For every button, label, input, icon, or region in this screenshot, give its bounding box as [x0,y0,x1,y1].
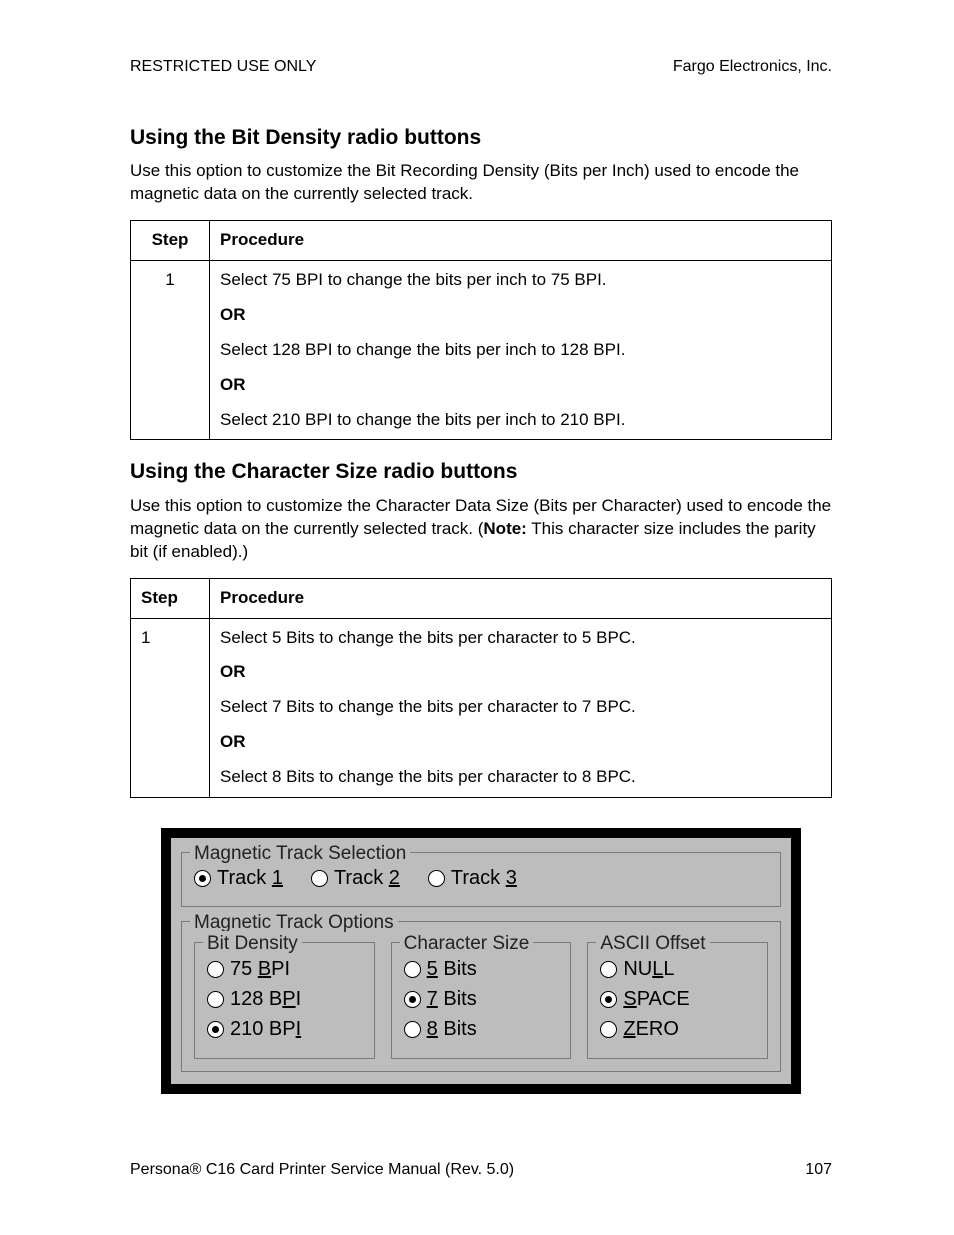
col-procedure: Procedure [210,220,832,260]
radio-label: Track 1 [217,865,283,892]
group-bit-density: Bit Density 75 BPI 128 BPI 210 BPI [194,942,375,1059]
group-label: Bit Density [203,931,302,957]
page-header: RESTRICTED USE ONLY Fargo Electronics, I… [130,56,832,78]
section-1-intro: Use this option to customize the Bit Rec… [130,160,832,206]
radio-icon [207,1021,224,1038]
group-ascii-offset: ASCII Offset NULL SPACE ZERO [587,942,768,1059]
footer-page-number: 107 [805,1159,832,1181]
group-label: Magnetic Track Selection [190,841,410,867]
header-left: RESTRICTED USE ONLY [130,56,316,78]
radio-icon [428,870,445,887]
procedure-cell: Select 75 BPI to change the bits per inc… [210,260,832,440]
group-magnetic-track-options: Magnetic Track Options Bit Density 75 BP… [181,921,781,1072]
radio-label: 5 Bits [427,956,477,983]
section-1-title: Using the Bit Density radio buttons [130,124,832,152]
page: RESTRICTED USE ONLY Fargo Electronics, I… [0,0,954,1235]
col-step: Step [131,220,210,260]
proc-line: Select 8 Bits to change the bits per cha… [220,766,821,789]
radio-label: 7 Bits [427,986,477,1013]
section-2-title: Using the Character Size radio buttons [130,458,832,486]
proc-or: OR [220,374,821,397]
proc-line: Select 128 BPI to change the bits per in… [220,339,821,362]
radio-icon [404,1021,421,1038]
proc-line: Select 75 BPI to change the bits per inc… [220,269,821,292]
group-label: ASCII Offset [596,931,709,957]
radio-label: ZERO [623,1016,679,1043]
radio-label: 8 Bits [427,1016,477,1043]
proc-or: OR [220,731,821,754]
radio-icon [600,991,617,1008]
radio-icon [404,961,421,978]
radio-7-bits[interactable]: 7 Bits [404,986,559,1013]
group-label: Character Size [400,931,534,957]
radio-210-bpi[interactable]: 210 BPI [207,1016,362,1043]
dialog-screenshot: Magnetic Track Selection Track 1 Track 2… [161,828,801,1094]
footer-left: Persona® C16 Card Printer Service Manual… [130,1159,514,1181]
radio-track-2[interactable]: Track 2 [311,865,400,892]
radio-icon [207,961,224,978]
col-procedure: Procedure [210,578,832,618]
radio-track-3[interactable]: Track 3 [428,865,517,892]
procedure-cell: Select 5 Bits to change the bits per cha… [210,618,832,798]
char-size-table: Step Procedure 1 Select 5 Bits to change… [130,578,832,799]
radio-label: NULL [623,956,674,983]
radio-128-bpi[interactable]: 128 BPI [207,986,362,1013]
options-row: Bit Density 75 BPI 128 BPI 210 BPI [194,932,768,1059]
proc-or: OR [220,304,821,327]
radio-label: 210 BPI [230,1016,301,1043]
radio-8-bits[interactable]: 8 Bits [404,1016,559,1043]
bit-density-table: Step Procedure 1 Select 75 BPI to change… [130,220,832,441]
radio-icon [194,870,211,887]
radio-icon [311,870,328,887]
col-step: Step [131,578,210,618]
proc-line: Select 5 Bits to change the bits per cha… [220,627,821,650]
track-row: Track 1 Track 2 Track 3 [194,863,768,894]
note-label: Note: [483,519,526,538]
section-2-intro: Use this option to customize the Charact… [130,495,832,564]
step-number: 1 [131,260,210,440]
radio-zero[interactable]: ZERO [600,1016,755,1043]
radio-75-bpi[interactable]: 75 BPI [207,956,362,983]
radio-null[interactable]: NULL [600,956,755,983]
radio-icon [600,961,617,978]
radio-icon [207,991,224,1008]
radio-icon [404,991,421,1008]
radio-label: 75 BPI [230,956,290,983]
proc-line: Select 210 BPI to change the bits per in… [220,409,821,432]
radio-label: Track 3 [451,865,517,892]
page-footer: Persona® C16 Card Printer Service Manual… [130,1159,832,1181]
radio-track-1[interactable]: Track 1 [194,865,283,892]
group-character-size: Character Size 5 Bits 7 Bits 8 Bits [391,942,572,1059]
proc-line: Select 7 Bits to change the bits per cha… [220,696,821,719]
radio-space[interactable]: SPACE [600,986,755,1013]
header-right: Fargo Electronics, Inc. [673,56,832,78]
step-number: 1 [131,618,210,798]
radio-icon [600,1021,617,1038]
radio-label: SPACE [623,986,689,1013]
radio-5-bits[interactable]: 5 Bits [404,956,559,983]
group-magnetic-track-selection: Magnetic Track Selection Track 1 Track 2… [181,852,781,907]
radio-label: 128 BPI [230,986,301,1013]
radio-label: Track 2 [334,865,400,892]
proc-or: OR [220,661,821,684]
dialog-panel: Magnetic Track Selection Track 1 Track 2… [161,828,801,1094]
